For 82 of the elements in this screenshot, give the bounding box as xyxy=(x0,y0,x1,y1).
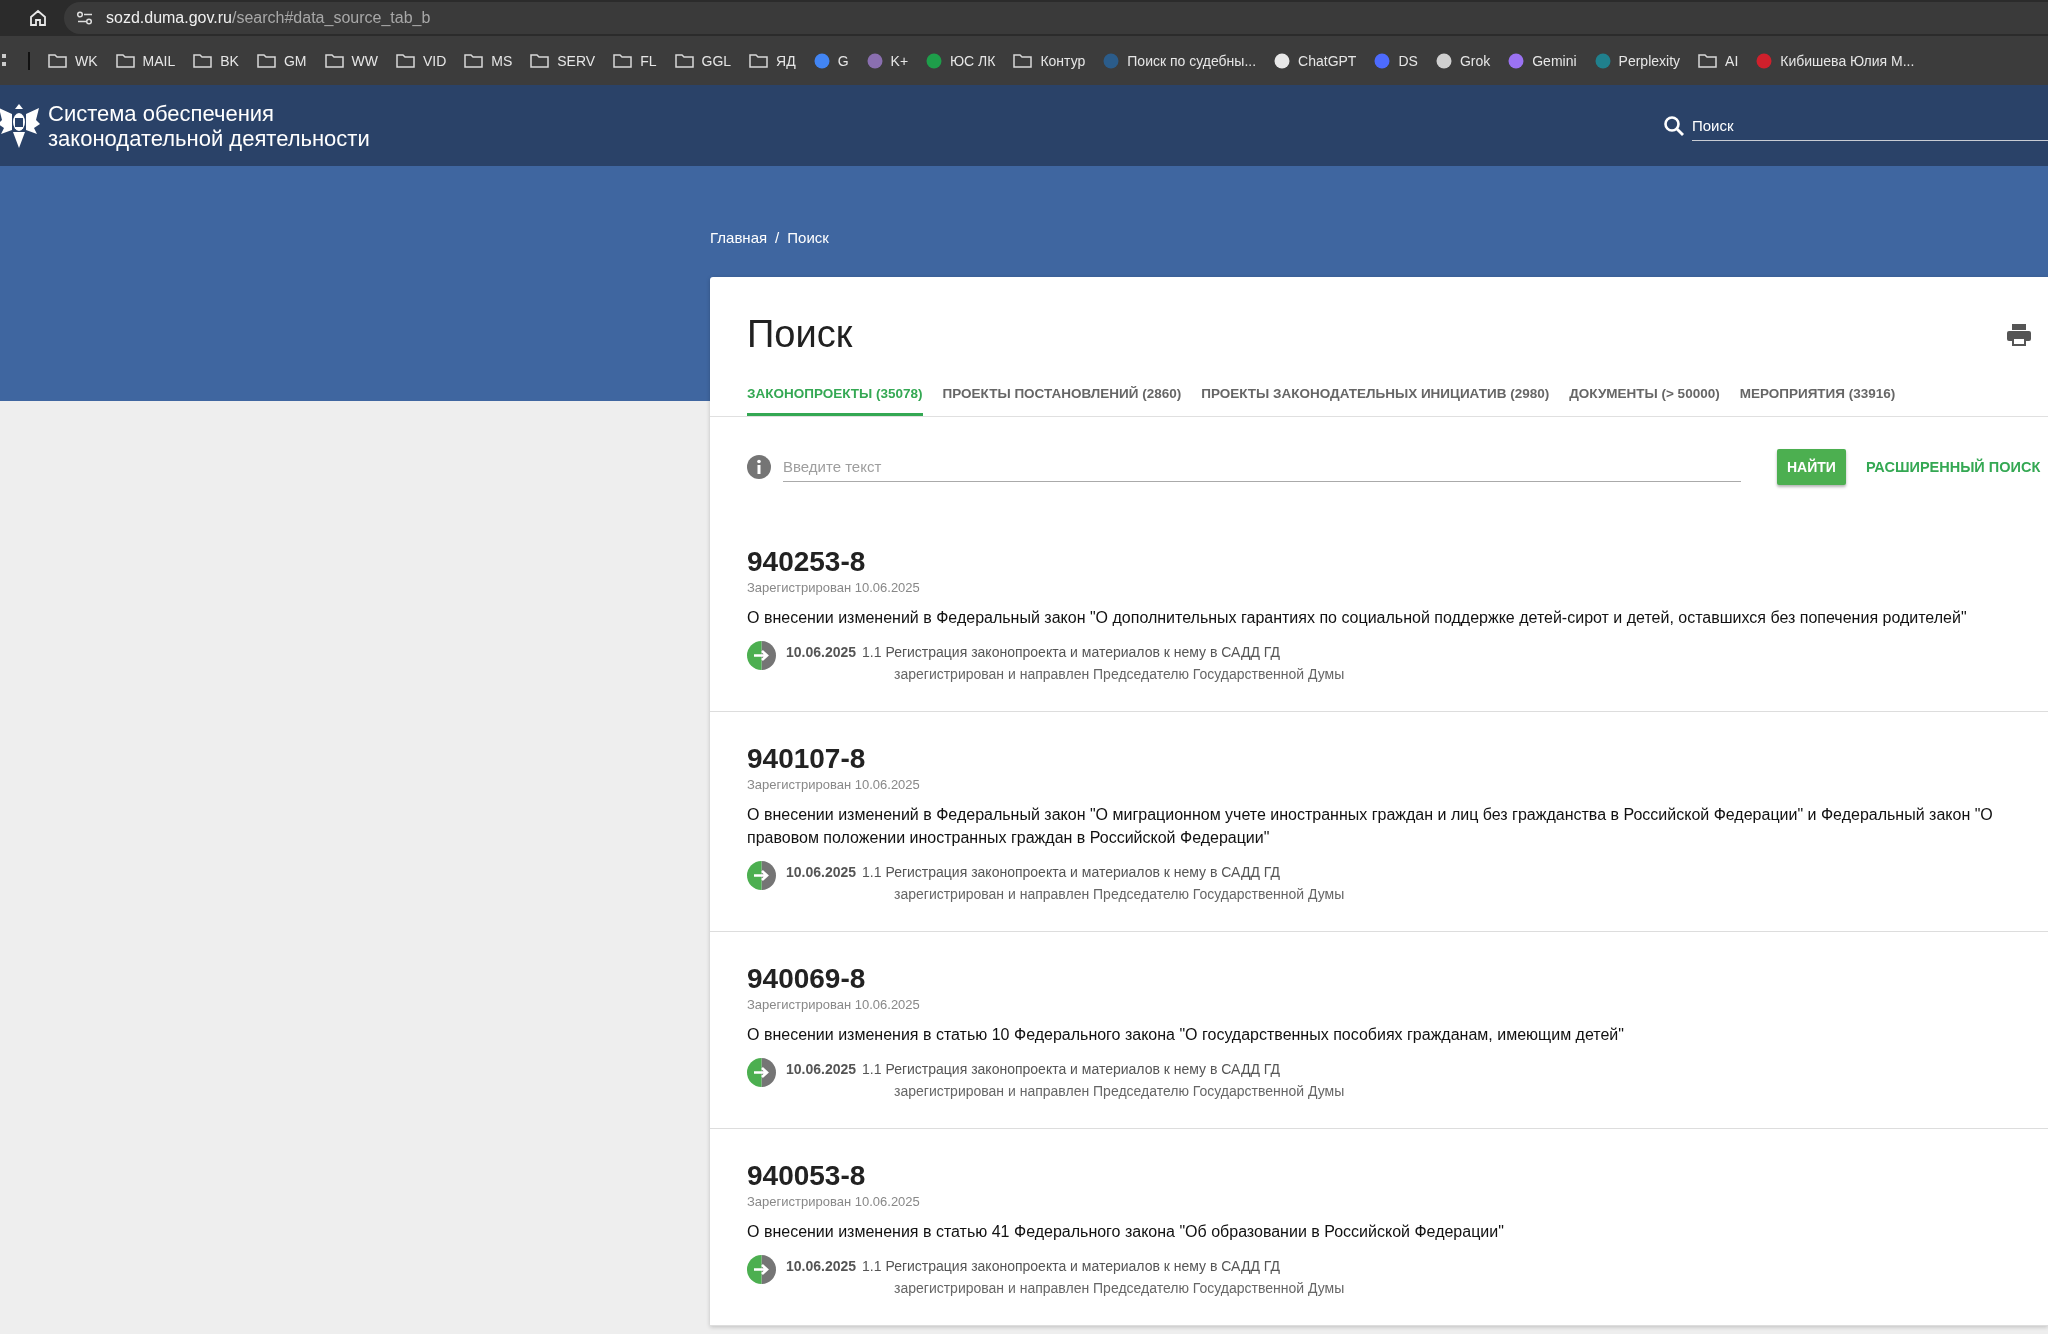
bookmark-item[interactable]: K+ xyxy=(866,52,909,69)
status-date: 10.06.2025 xyxy=(786,644,857,660)
registration-date: Зарегистрирован 10.06.2025 xyxy=(747,1193,921,1211)
registration-date: Зарегистрирован 10.06.2025 xyxy=(747,996,921,1014)
registration-date: Зарегистрирован 10.06.2025 xyxy=(747,776,921,794)
home-icon[interactable] xyxy=(28,8,48,28)
site-info-icon[interactable] xyxy=(76,11,94,25)
folder-icon xyxy=(395,53,415,68)
folder-icon xyxy=(1698,53,1718,68)
status-stage: 1.1 Регистрация законопроекта и материалов к нему в САДД ГД xyxy=(862,1258,1280,1274)
bookmark-item[interactable]: Поиск по судебны... xyxy=(1103,52,1257,69)
status-note: зарегистрирован и направлен Председателю Государственной Думы xyxy=(893,1279,1345,1298)
status-note: зарегистрирован и направлен Председателю Государственной Думы xyxy=(893,665,1345,684)
status-arrow-icon xyxy=(747,641,776,670)
folder-icon xyxy=(613,53,633,68)
folder-icon xyxy=(749,53,769,68)
site-search-field[interactable]: Поиск xyxy=(1692,110,2048,141)
status-arrow-icon xyxy=(747,861,776,890)
bookmark-item[interactable]: SERV xyxy=(530,52,596,69)
bookmark-item[interactable]: WK xyxy=(48,52,98,69)
status-note: зарегистрирован и направлен Председателю Государственной Думы xyxy=(893,885,1345,904)
bookmark-item[interactable]: G xyxy=(813,52,849,69)
bill-title: О внесении изменений в Федеральный закон "О миграционном учете иностранных граждан и лиц без гражданства в Российской Федерации" и Федеральный закон "О правовом положении иностранных граждан в Российской Федерации" xyxy=(747,805,1994,848)
bill-number-link[interactable]: 940253-8 xyxy=(747,545,2008,579)
folder-icon xyxy=(464,53,484,68)
info-icon[interactable] xyxy=(747,455,771,479)
bill-title: О внесении изменения в статью 41 Федерального закона "Об образовании в Российской Федерации" xyxy=(747,1222,1505,1242)
address-bar[interactable]: sozd.duma.gov.ru/search#data_source_tab_b xyxy=(64,2,2048,34)
bookmark-item[interactable]: Gemini xyxy=(1508,52,1577,69)
folder-icon xyxy=(1013,53,1033,68)
folder-icon xyxy=(115,53,135,68)
folder-icon xyxy=(48,53,67,68)
registration-date: Зарегистрирован 10.06.2025 xyxy=(747,579,921,597)
bookmark-item[interactable]: MS xyxy=(464,52,513,69)
search-tab[interactable]: ПРОЕКТЫ ПОСТАНОВЛЕНИЙ (2860) xyxy=(942,378,1182,416)
bill-number-link[interactable]: 940053-8 xyxy=(747,1159,2008,1193)
bookmark-item[interactable]: WW xyxy=(324,52,378,69)
bookmark-item[interactable]: DS xyxy=(1374,52,1418,69)
bill-number-link[interactable]: 940107-8 xyxy=(747,742,2008,776)
bill-title: О внесении изменений в Федеральный закон "О дополнительных гарантиях по социальной поддержке детей-сирот и детей, оставшихся без попечения родителей" xyxy=(747,608,1968,628)
bill-title: О внесении изменения в статью 10 Федерального закона "О государственных пособиях гражданам, имеющим детей" xyxy=(747,1025,1625,1045)
bookmark-item[interactable]: ЮС ЛК xyxy=(926,52,996,69)
folder-icon xyxy=(324,53,344,68)
print-icon[interactable] xyxy=(2006,322,2032,347)
apps-icon[interactable] xyxy=(2,52,8,69)
bookmark-item[interactable]: ChatGPT xyxy=(1274,52,1357,69)
bookmark-item[interactable]: Perplexity xyxy=(1594,52,1681,69)
url-text: sozd.duma.gov.ru/search#data_source_tab_b xyxy=(106,9,431,27)
bookmark-item[interactable]: FL xyxy=(613,52,657,69)
bookmark-item[interactable]: GM xyxy=(256,52,307,69)
status-arrow-icon xyxy=(747,1255,776,1284)
search-tab[interactable]: МЕРОПРИЯТИЯ (33916) xyxy=(1739,378,1896,416)
bookmark-item[interactable]: VID xyxy=(395,52,447,69)
site-title[interactable]: Система обеспечения законодательной деятельности xyxy=(48,100,370,151)
bookmark-item[interactable]: ЯД xyxy=(749,52,796,69)
status-date: 10.06.2025 xyxy=(786,1258,857,1274)
bill-number-link[interactable]: 940069-8 xyxy=(747,962,2008,996)
status-date: 10.06.2025 xyxy=(786,864,857,880)
bookmark-item[interactable]: Контур xyxy=(1013,52,1086,69)
bookmark-item[interactable]: MAIL xyxy=(115,52,176,69)
bookmark-item[interactable]: Кибишева Юлия М... xyxy=(1756,52,1915,69)
status-stage: 1.1 Регистрация законопроекта и материалов к нему в САДД ГД xyxy=(862,864,1280,880)
bookmark-item[interactable]: GGL xyxy=(674,52,732,69)
folder-icon xyxy=(530,53,550,68)
status-arrow-icon xyxy=(747,1058,776,1087)
search-tab[interactable]: ПРОЕКТЫ ЗАКОНОДАТЕЛЬНЫХ ИНИЦИАТИВ (2980) xyxy=(1201,378,1550,416)
folder-icon xyxy=(256,53,276,68)
bookmark-item[interactable]: Grok xyxy=(1435,52,1491,69)
status-stage: 1.1 Регистрация законопроекта и материалов к нему в САДД ГД xyxy=(862,644,1280,660)
search-icon[interactable] xyxy=(1662,113,1686,138)
folder-icon xyxy=(674,53,694,68)
search-tab[interactable]: ДОКУМЕНТЫ (> 50000) xyxy=(1569,378,1720,416)
status-stage: 1.1 Регистрация законопроекта и материалов к нему в САДД ГД xyxy=(862,1061,1280,1077)
status-date: 10.06.2025 xyxy=(786,1061,857,1077)
bookmark-item[interactable]: BK xyxy=(193,52,239,69)
folder-icon xyxy=(193,53,213,68)
status-note: зарегистрирован и направлен Председателю Государственной Думы xyxy=(893,1082,1345,1101)
breadcrumb-link[interactable]: Главная xyxy=(710,229,768,246)
page-title: Поиск xyxy=(747,313,853,356)
breadcrumb-link[interactable]: Поиск xyxy=(787,229,829,246)
breadcrumb-separator: / xyxy=(775,229,780,246)
bookmark-item[interactable]: AI xyxy=(1698,52,1739,69)
